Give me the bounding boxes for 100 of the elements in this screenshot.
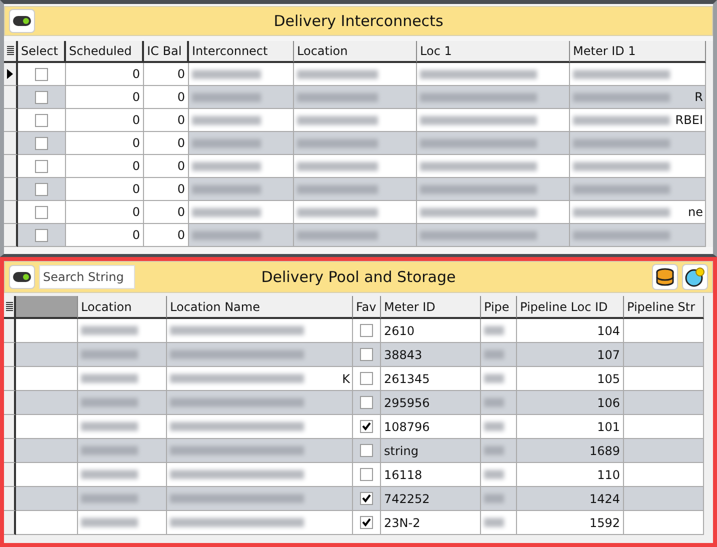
redaction-blur <box>192 208 261 216</box>
column-header[interactable]: Loc 1 <box>417 41 570 63</box>
table-cell: string <box>381 439 481 463</box>
row-selector[interactable] <box>4 132 18 155</box>
cell-text: ne <box>688 205 703 219</box>
row-selector[interactable] <box>4 391 16 415</box>
cell-text: RBEI <box>675 113 703 127</box>
checkbox[interactable] <box>35 90 48 104</box>
redaction-blur <box>192 184 261 194</box>
globe-settings-icon[interactable] <box>682 264 708 290</box>
redaction-blur <box>192 92 261 102</box>
column-header[interactable]: Pipe <box>481 296 517 319</box>
checkbox[interactable] <box>35 206 48 218</box>
column-header[interactable] <box>16 296 78 319</box>
row-selector[interactable] <box>4 63 18 86</box>
checkbox[interactable] <box>360 492 373 505</box>
table-cell: 0 <box>144 178 189 201</box>
checkbox[interactable] <box>35 182 48 196</box>
redaction-blur <box>81 470 138 479</box>
toggle-switch[interactable] <box>9 265 35 289</box>
column-header[interactable]: Location Name <box>167 296 353 319</box>
row-selector[interactable] <box>4 439 16 463</box>
table-cell: 0 <box>66 109 144 132</box>
redaction-blur <box>81 374 138 383</box>
cell-text: R <box>694 90 703 104</box>
checkbox[interactable] <box>360 372 373 385</box>
row-selector[interactable] <box>4 319 16 343</box>
search-field[interactable]: Search String <box>39 265 135 289</box>
row-selector[interactable] <box>4 415 16 439</box>
row-selector[interactable] <box>4 224 18 247</box>
toggle-switch[interactable] <box>9 9 35 33</box>
column-chooser-icon[interactable] <box>6 46 14 56</box>
table-cell: 1592 <box>517 511 624 535</box>
redaction-blur <box>192 230 261 240</box>
table-cell: 0 <box>66 86 144 109</box>
row-selector[interactable] <box>4 178 18 201</box>
row-selector[interactable] <box>4 155 18 178</box>
column-header[interactable]: Scheduled <box>66 41 144 63</box>
column-chooser-icon[interactable] <box>6 302 12 312</box>
table-cell: 107 <box>517 343 624 367</box>
column-header[interactable]: Location <box>294 41 417 63</box>
table-cell: 1424 <box>517 487 624 511</box>
column-header[interactable]: Pipeline Loc ID <box>517 296 624 319</box>
column-header[interactable]: IC Bal <box>144 41 189 63</box>
table-cell: 23N-2 <box>381 511 481 535</box>
checkbox[interactable] <box>35 68 48 80</box>
redaction-blur <box>81 446 138 455</box>
redaction-blur <box>81 326 138 335</box>
panel-title: Delivery Pool and Storage <box>261 268 456 286</box>
table-cell: 110 <box>517 463 624 487</box>
table-cell: 0 <box>66 201 144 224</box>
checkbox[interactable] <box>360 444 373 457</box>
table-cell: 0 <box>66 224 144 247</box>
row-selector[interactable] <box>4 109 18 132</box>
redaction-blur <box>484 494 504 503</box>
redaction-blur <box>81 422 138 431</box>
table-cell: 101 <box>517 415 624 439</box>
redaction-blur <box>81 494 138 503</box>
column-header[interactable]: Interconnect <box>189 41 294 63</box>
row-selector[interactable] <box>4 511 16 535</box>
checkbox[interactable] <box>360 468 373 481</box>
row-selector[interactable] <box>4 487 16 511</box>
checkbox[interactable] <box>360 396 373 409</box>
checkbox[interactable] <box>35 160 48 172</box>
table-cell: 108796 <box>381 415 481 439</box>
column-header[interactable]: Location <box>78 296 167 319</box>
row-selector[interactable] <box>4 86 18 109</box>
row-selector[interactable] <box>4 201 18 224</box>
table-cell: 104 <box>517 319 624 343</box>
redaction-blur <box>81 398 138 407</box>
table-cell: 105 <box>517 367 624 391</box>
checkbox[interactable] <box>35 114 48 126</box>
current-row-icon <box>7 69 13 79</box>
column-header[interactable]: Select <box>18 41 66 63</box>
row-selector[interactable] <box>4 367 16 391</box>
database-icon[interactable] <box>652 264 678 290</box>
table-cell: 1689 <box>517 439 624 463</box>
table-cell: 0 <box>144 86 189 109</box>
table-cell: 0 <box>144 155 189 178</box>
column-header[interactable]: Meter ID <box>381 296 481 319</box>
redaction-blur <box>484 350 504 359</box>
column-header[interactable]: Meter ID 1 <box>570 41 706 63</box>
panel-title: Delivery Interconnects <box>274 12 444 30</box>
redaction-blur <box>81 518 138 527</box>
checkbox[interactable] <box>360 324 373 337</box>
table-cell: 106 <box>517 391 624 415</box>
column-header[interactable]: Pipeline Str <box>624 296 704 319</box>
redaction-blur <box>484 326 504 335</box>
checkbox[interactable] <box>35 228 48 242</box>
checkbox[interactable] <box>35 136 48 150</box>
checkbox[interactable] <box>360 516 373 529</box>
checkbox[interactable] <box>360 348 373 361</box>
column-header[interactable]: Fav <box>353 296 381 319</box>
table-cell: 261345 <box>381 367 481 391</box>
redaction-blur <box>192 70 261 78</box>
table-cell: 0 <box>144 132 189 155</box>
row-selector[interactable] <box>4 343 16 367</box>
row-selector[interactable] <box>4 463 16 487</box>
checkbox[interactable] <box>360 420 373 433</box>
table-cell: 0 <box>66 132 144 155</box>
